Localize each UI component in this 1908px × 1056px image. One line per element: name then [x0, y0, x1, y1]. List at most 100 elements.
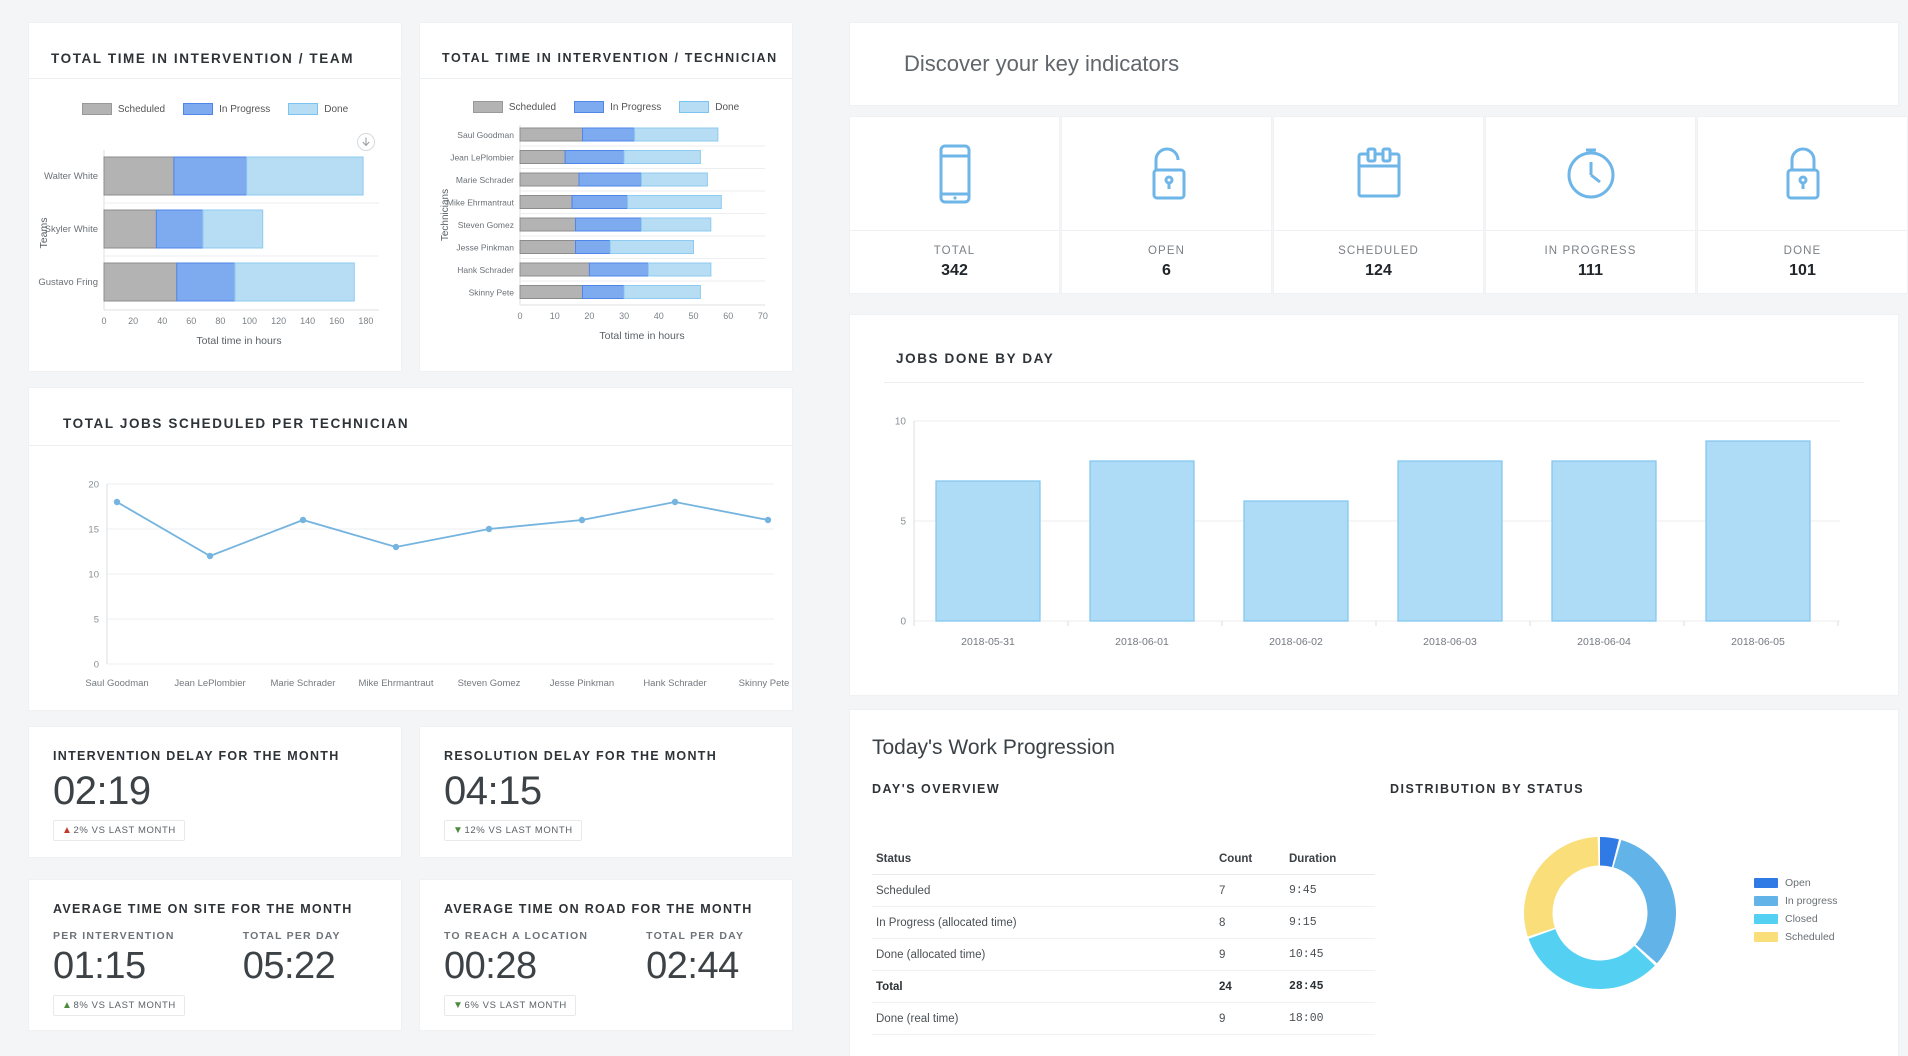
legend-label-in-progress: In progress	[1785, 895, 1838, 907]
cell-count: 9	[1215, 1002, 1285, 1035]
avg-site-delta: ▲ 8% VS LAST MONTH	[53, 995, 185, 1016]
legend-item-scheduled[interactable]: Scheduled	[81, 103, 166, 115]
kpi-in-progress-value: 111	[1578, 261, 1603, 279]
svg-text:Jesse Pinkman: Jesse Pinkman	[456, 243, 514, 253]
distribution-title: DISTRIBUTION BY STATUS	[1390, 782, 1585, 796]
kpi-open-value: 6	[1162, 261, 1171, 279]
days-overview-title: DAY'S OVERVIEW	[872, 782, 1001, 796]
donut-slice-in-progress[interactable]	[1613, 840, 1677, 964]
svg-text:Jesse Pinkman: Jesse Pinkman	[550, 678, 614, 689]
avg-road-delta: ▼ 6% VS LAST MONTH	[444, 995, 576, 1016]
intervention-delay-delta: ▲ 2% VS LAST MONTH	[53, 820, 185, 841]
donut-slice-closed[interactable]	[1528, 929, 1655, 989]
legend-item-scheduled[interactable]: Scheduled	[472, 101, 556, 113]
table-row: In Progress (allocated time) 8 9:15	[872, 906, 1375, 939]
kpi-done[interactable]: DONE 101	[1698, 117, 1907, 293]
jobs-done-title: JOBS DONE BY DAY	[896, 351, 1055, 366]
cell-count: 7	[1215, 874, 1285, 907]
svg-text:180: 180	[358, 316, 373, 326]
avg-site-sub-1: PER INTERVENTION	[53, 930, 175, 942]
work-progression-panel: Today's Work Progression DAY'S OVERVIEW …	[850, 710, 1898, 1056]
left-column: TOTAL TIME IN INTERVENTION / TEAM Schedu…	[0, 0, 820, 1056]
unlock-icon	[1062, 117, 1271, 231]
legend-label-done: Done	[324, 103, 349, 115]
kpi-total[interactable]: TOTAL 342	[850, 117, 1059, 293]
donut-legend-item-scheduled[interactable]: Scheduled	[1754, 931, 1838, 943]
svg-text:Hank Schrader: Hank Schrader	[457, 265, 514, 275]
svg-text:0: 0	[900, 617, 906, 628]
svg-text:0: 0	[94, 660, 99, 671]
legend-swatch-in-progress	[183, 103, 214, 115]
kpi-row: TOTAL 342 OPEN 6 SCHEDULED 124 IN PROGRE…	[850, 117, 1907, 293]
kpi-open[interactable]: OPEN 6	[1062, 117, 1271, 293]
kpi-in-progress-label: IN PROGRESS	[1544, 244, 1637, 257]
clock-icon	[1486, 117, 1695, 231]
legend-swatch-done	[679, 101, 710, 113]
cell-status: Scheduled	[872, 874, 1215, 907]
svg-text:100: 100	[242, 316, 257, 326]
intervention-delay-delta-text: 2% VS LAST MONTH	[73, 825, 176, 836]
svg-text:Marie Schrader: Marie Schrader	[456, 175, 514, 185]
svg-text:2018-06-05: 2018-06-05	[1731, 636, 1785, 648]
team-chart-title: TOTAL TIME IN INTERVENTION / TEAM	[51, 51, 355, 66]
cell-duration: 28:45	[1285, 970, 1375, 1003]
svg-text:160: 160	[329, 316, 344, 326]
legend-swatch-scheduled	[1754, 932, 1778, 942]
donut-legend-item-open[interactable]: Open	[1754, 877, 1838, 889]
cell-count: 8	[1215, 906, 1285, 939]
svg-text:Jean LePlombier: Jean LePlombier	[450, 153, 514, 163]
svg-text:10: 10	[550, 311, 560, 321]
svg-text:Mike Ehrmantraut: Mike Ehrmantraut	[447, 198, 515, 208]
dashboard-page: TOTAL TIME IN INTERVENTION / TEAM Schedu…	[0, 0, 1908, 1056]
donut-legend-item-closed[interactable]: Closed	[1754, 913, 1838, 925]
team-chart-x-axis-label: Total time in hours	[196, 335, 281, 347]
resolution-delay-delta-text: 12% VS LAST MONTH	[464, 825, 573, 836]
table-row: Done (allocated time) 9 10:45	[872, 938, 1375, 971]
cell-status: Done (real time)	[872, 1002, 1215, 1035]
svg-text:2018-06-02: 2018-06-02	[1269, 636, 1323, 648]
legend-label-in-progress: In Progress	[610, 101, 662, 113]
legend-item-in-progress[interactable]: In Progress	[574, 101, 661, 113]
download-icon[interactable]	[357, 133, 375, 151]
bar-group-skyler-white	[103, 209, 264, 249]
legend-item-done[interactable]: Done	[679, 101, 739, 113]
legend-label-scheduled: Scheduled	[1785, 931, 1835, 943]
svg-text:0: 0	[101, 316, 106, 326]
avg-road-val-2: 02:44	[646, 945, 739, 987]
kpi-open-foot: OPEN 6	[1062, 231, 1271, 293]
legend-item-done[interactable]: Done	[288, 103, 348, 115]
svg-text:Skinny Pete: Skinny Pete	[739, 678, 790, 689]
col-status: Status	[872, 844, 1215, 875]
svg-text:Mike Ehrmantraut: Mike Ehrmantraut	[359, 678, 434, 689]
distribution-section: DISTRIBUTION BY STATUS Open In progress …	[1380, 782, 1898, 1035]
svg-text:Marie Schrader: Marie Schrader	[271, 678, 336, 689]
donut-legend: Open In progress Closed Scheduled	[1754, 877, 1838, 949]
avg-road-sub-1: TO REACH A LOCATION	[444, 930, 589, 942]
tech-chart-title: TOTAL TIME IN INTERVENTION / TECHNICIAN	[442, 51, 778, 65]
donut-slice-scheduled[interactable]	[1524, 837, 1599, 937]
team-intervention-chart-card: TOTAL TIME IN INTERVENTION / TEAM Schedu…	[29, 23, 401, 371]
avg-time-on-road-card: AVERAGE TIME ON ROAD FOR THE MONTH TO RE…	[420, 880, 792, 1030]
kpi-in-progress[interactable]: IN PROGRESS 111	[1486, 117, 1695, 293]
kpi-total-label: TOTAL	[933, 244, 976, 257]
donut-legend-item-in-progress[interactable]: In progress	[1754, 895, 1838, 907]
kpi-scheduled[interactable]: SCHEDULED 124	[1274, 117, 1483, 293]
kpi-open-label: OPEN	[1148, 244, 1185, 257]
cell-status: In Progress (allocated time)	[872, 906, 1215, 939]
jobs-done-by-day-card: JOBS DONE BY DAY 10 5 0 2018-05-31 2018-…	[850, 315, 1898, 695]
tech-chart-header: TOTAL TIME IN INTERVENTION / TECHNICIAN	[420, 23, 792, 79]
svg-text:60: 60	[723, 311, 733, 321]
legend-item-in-progress[interactable]: In Progress	[183, 103, 270, 115]
kpi-done-label: DONE	[1783, 244, 1822, 257]
resolution-delay-card: RESOLUTION DELAY FOR THE MONTH 04:15 ▼ 12…	[420, 727, 792, 857]
svg-text:2018-06-03: 2018-06-03	[1423, 636, 1477, 648]
cell-count: 9	[1215, 938, 1285, 971]
kpi-in-progress-foot: IN PROGRESS 111	[1486, 231, 1695, 293]
svg-text:Skinny Pete: Skinny Pete	[469, 288, 515, 298]
legend-swatch-scheduled	[81, 103, 112, 115]
arrow-down-icon: ▼	[453, 825, 464, 836]
legend-swatch-open	[1754, 878, 1778, 888]
legend-label-scheduled: Scheduled	[117, 103, 166, 115]
svg-text:30: 30	[619, 311, 629, 321]
col-duration: Duration	[1285, 844, 1375, 875]
